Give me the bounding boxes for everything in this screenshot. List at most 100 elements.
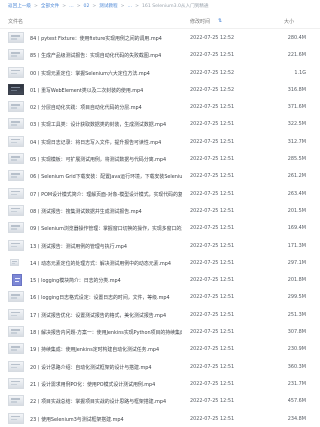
file-name[interactable]: 85丨生成产品级测试报告：实现自动化代码的失败截图.mp4 [30, 52, 182, 59]
file-size: 261.2M [287, 173, 306, 180]
file-modified-time: 2022-07-25 12:52 [190, 69, 235, 76]
file-modified-time: 2022-07-25 12:51 [190, 190, 235, 197]
file-row[interactable]: 84丨pytest Fixture：使用fixture实现用例之间的调用.mp4… [0, 29, 320, 46]
file-row[interactable]: 20丨设计思路介绍：自动化测试框架的设计与搭建.mp4 2022-07-25 12… [0, 358, 320, 375]
video-thumbnail-icon [8, 32, 24, 43]
file-modified-time: 2022-07-25 12:51 [190, 138, 235, 145]
file-name[interactable]: 16丨logging日志格式设定：设置日志的时间，文件，等级.mp4 [30, 294, 182, 301]
breadcrumb-item[interactable]: … [69, 4, 74, 9]
file-name[interactable]: 15丨logging模块简介：日志的分类.mp4 [30, 277, 182, 284]
breadcrumb-item[interactable]: 161 Selenium3.0从入门到精通 [142, 4, 209, 9]
breadcrumb-item[interactable]: 全部文件 [41, 4, 59, 9]
file-row[interactable]: 14丨动态元素定位的处理方式：解决测试用例中的动态元素.mp4 2022-07-2… [0, 254, 320, 271]
video-thumbnail-icon [8, 135, 24, 147]
video-thumbnail-icon [8, 291, 24, 303]
file-size: 201.5M [287, 207, 306, 214]
file-row[interactable]: 05丨实现模板：可扩展测试用例，将测试数据与代码分离.mp4 2022-07-25… [0, 150, 320, 167]
file-row[interactable]: 21丨设计需求用例PO化：使用PO模式设计测试用例.mp4 2022-07-25 … [0, 375, 320, 392]
file-name[interactable]: 17丨测试报告优化：设置测试报告的格式，美化测试报告.mp4 [30, 312, 182, 319]
file-name[interactable]: 19丨持续集成：使用Jenkins定时构建自动化测试任务.mp4 [30, 346, 182, 353]
video-thumbnail-icon [8, 308, 24, 320]
file-row[interactable]: 03丨实现工具类：设计获取数据类的封装，生成测试数据.mp4 2022-07-25… [0, 115, 320, 132]
file-row[interactable]: 00丨实现元素定位：掌握Selenium六大定位方法.mp4 2022-07-25… [0, 64, 320, 81]
video-thumbnail-icon [8, 204, 24, 216]
file-row[interactable]: 06丨Selenium Grid下载安装：配置Java运行环境，下载安装Sele… [0, 167, 320, 184]
video-thumbnail-icon [8, 83, 24, 95]
file-row[interactable]: 15丨logging模块简介：日志的分类.mp4 2022-07-25 12:51… [0, 271, 320, 288]
file-modified-time: 2022-07-25 12:51 [190, 207, 235, 214]
breadcrumb-separator: > [33, 4, 38, 9]
file-modified-time: 2022-07-25 12:51 [190, 311, 235, 318]
file-row[interactable]: 23丨使用Selenium3与测试框架搭建.mp4 2022-07-25 12:5… [0, 410, 320, 427]
file-size: 285.5M [287, 156, 306, 163]
file-row[interactable]: 16丨logging日志格式设定：设置日志的时间，文件，等级.mp4 2022-0… [0, 288, 320, 305]
file-name[interactable]: 23丨使用Selenium3与测试框架搭建.mp4 [30, 416, 182, 423]
file-row[interactable]: 09丨Selenium浏览器操作管理：掌握窗口切换的操作，实现多窗口的测试.mp… [0, 219, 320, 236]
file-row[interactable]: 85丨生成产品级测试报告：实现自动化代码的失败截图.mp4 2022-07-25 … [0, 46, 320, 63]
file-row[interactable]: 13丨测试报告：测试用例的管理与执行.mp4 2022-07-25 12:51 17… [0, 237, 320, 254]
file-name[interactable]: 04丨实现日志记录：将日志写入文件，提升报告可读性.mp4 [30, 139, 182, 146]
file-name[interactable]: 08丨测试报告：搜集测试数据并生成测试报告.mp4 [30, 208, 182, 215]
file-row[interactable]: 19丨持续集成：使用Jenkins定时构建自动化测试任务.mp4 2022-07-… [0, 340, 320, 357]
file-row[interactable]: 02丨分层自动化实践：项目自动化代码的分层.mp4 2022-07-25 12:5… [0, 98, 320, 115]
breadcrumb-item[interactable]: 02 [84, 4, 90, 9]
video-thumbnail-icon [8, 153, 24, 165]
file-modified-time: 2022-07-25 12:51 [190, 380, 235, 387]
file-size: 322.5M [287, 121, 306, 128]
column-header-name[interactable]: 文件名 [8, 18, 23, 25]
file-list: 84丨pytest Fixture：使用fixture实现用例之间的调用.mp4… [0, 29, 320, 427]
video-thumbnail-icon [8, 66, 24, 78]
file-name[interactable]: 18丨解决报告内问题-方案一：使用Jenkins实现Python项目的持续集成.… [30, 329, 182, 336]
file-name[interactable]: 20丨设计思路介绍：自动化测试框架的设计与搭建.mp4 [30, 364, 182, 371]
file-size: 297.1M [287, 259, 306, 266]
breadcrumb-separator: > [120, 4, 125, 9]
file-list-header: 文件名 修改时间 ⇅ 大小 [0, 14, 320, 29]
file-modified-time: 2022-07-25 12:51 [190, 329, 235, 336]
file-modified-time: 2022-07-25 12:51 [190, 121, 235, 128]
video-thumbnail-icon [8, 412, 24, 424]
file-name[interactable]: 14丨动态元素定位的处理方式：解决测试用例中的动态元素.mp4 [30, 260, 182, 267]
breadcrumb-item[interactable]: 返回上一级 [8, 4, 31, 9]
file-name[interactable]: 22丨项目实战总结：掌握项目实战的设计思路与框架搭建.mp4 [30, 398, 182, 405]
file-name[interactable]: 09丨Selenium浏览器操作管理：掌握窗口切换的操作，实现多窗口的测试.mp… [30, 225, 182, 232]
column-header-time[interactable]: 修改时间 [190, 18, 210, 25]
breadcrumb-item[interactable]: … [128, 4, 133, 9]
file-modified-time: 2022-07-25 12:51 [190, 415, 235, 422]
video-thumbnail-icon [10, 258, 19, 266]
breadcrumb-separator: > [135, 4, 139, 9]
sort-icon[interactable]: ⇅ [218, 18, 222, 24]
video-thumbnail-icon [8, 395, 24, 407]
video-thumbnail-icon [8, 187, 24, 199]
file-name[interactable]: 00丨实现元素定位：掌握Selenium六大定位方法.mp4 [30, 70, 182, 77]
file-name[interactable]: 21丨设计需求用例PO化：使用PO模式设计测试用例.mp4 [30, 381, 182, 388]
file-name[interactable]: 07丨POM设计模式简介：理解页面-对象-模型设计模式，实现代码的复用.mp4 [30, 191, 182, 198]
breadcrumb-item[interactable]: 测试教程 [99, 4, 117, 9]
file-size: 299.5M [287, 294, 306, 301]
file-modified-time: 2022-07-25 12:51 [190, 242, 235, 249]
file-size: 171.3M [287, 242, 306, 249]
file-name[interactable]: 03丨实现工具类：设计获取数据类的封装，生成测试数据.mp4 [30, 121, 182, 128]
file-row[interactable]: 01丨重写WebElement类以及二次封装的使用.mp4 2022-07-25 … [0, 81, 320, 98]
file-size: 457.6M [287, 398, 306, 405]
file-row[interactable]: 17丨测试报告优化：设置测试报告的格式，美化测试报告.mp4 2022-07-25… [0, 306, 320, 323]
file-row[interactable]: 08丨测试报告：搜集测试数据并生成测试报告.mp4 2022-07-25 12:5… [0, 202, 320, 219]
file-name[interactable]: 84丨pytest Fixture：使用fixture实现用例之间的调用.mp4 [30, 35, 182, 42]
file-name[interactable]: 05丨实现模板：可扩展测试用例，将测试数据与代码分离.mp4 [30, 156, 182, 163]
video-thumbnail-icon [8, 170, 24, 182]
file-name[interactable]: 02丨分层自动化实践：项目自动化代码的分层.mp4 [30, 104, 182, 111]
file-name[interactable]: 06丨Selenium Grid下载安装：配置Java运行环境，下载安装Sele… [30, 173, 182, 180]
video-thumbnail-icon [8, 326, 24, 338]
file-row[interactable]: 18丨解决报告内问题-方案一：使用Jenkins实现Python项目的持续集成.… [0, 323, 320, 340]
file-size: 307.8M [287, 329, 306, 336]
column-header-size[interactable]: 大小 [284, 18, 294, 25]
video-thumbnail-icon [8, 343, 24, 355]
file-row[interactable]: 04丨实现日志记录：将日志写入文件，提升报告可读性.mp4 2022-07-25 … [0, 133, 320, 150]
file-modified-time: 2022-07-25 12:51 [190, 346, 235, 353]
file-name[interactable]: 01丨重写WebElement类以及二次封装的使用.mp4 [30, 87, 182, 94]
file-row[interactable]: 07丨POM设计模式简介：理解页面-对象-模型设计模式，实现代码的复用.mp4 2… [0, 185, 320, 202]
breadcrumb-separator: > [76, 4, 81, 9]
video-thumbnail-icon [8, 360, 24, 372]
file-name[interactable]: 13丨测试报告：测试用例的管理与执行.mp4 [30, 243, 182, 250]
file-modified-time: 2022-07-25 12:51 [190, 259, 235, 266]
file-row[interactable]: 22丨项目实战总结：掌握项目实战的设计思路与框架搭建.mp4 2022-07-25… [0, 392, 320, 409]
